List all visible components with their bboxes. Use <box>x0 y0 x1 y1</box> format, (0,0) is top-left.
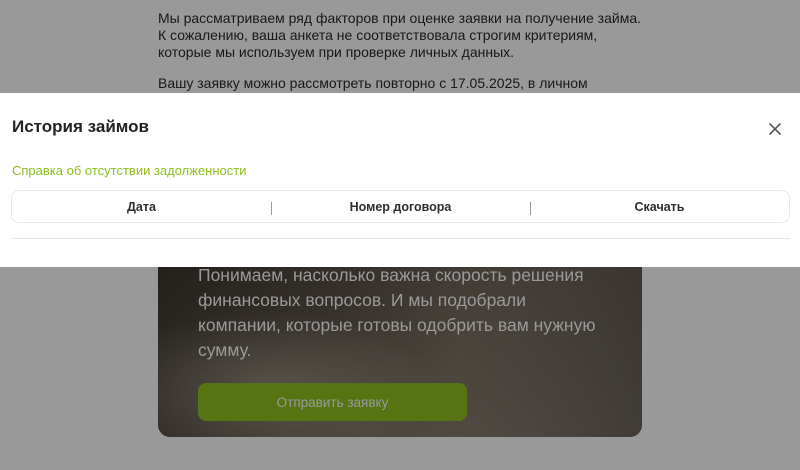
modal-title: История займов <box>12 117 149 136</box>
close-icon <box>769 123 781 135</box>
table-header: Дата Номер договора Скачать <box>11 190 790 223</box>
column-header-date: Дата <box>127 199 156 214</box>
column-header-contract-number: Номер договора <box>271 200 530 215</box>
table-divider <box>11 238 790 239</box>
column-header-download: Скачать <box>530 200 789 215</box>
loan-history-modal: История займов Справка об отсутствии зад… <box>0 93 800 267</box>
no-debt-certificate-link[interactable]: Справка об отсутствии задолженности <box>12 163 247 178</box>
close-button[interactable] <box>764 118 786 140</box>
